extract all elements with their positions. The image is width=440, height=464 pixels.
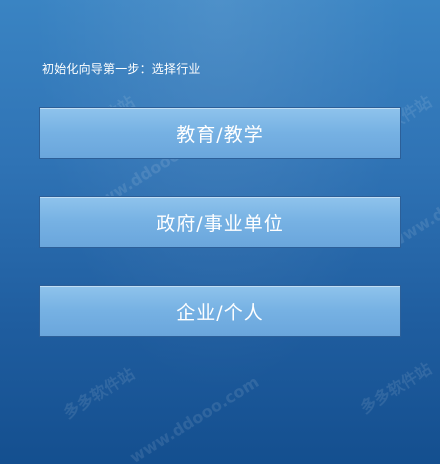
watermark-site-name: 多多软件站 [356,359,435,418]
industry-option-label: 教育/教学 [176,123,264,146]
watermark-site-name: 多多软件站 [59,364,138,423]
wizard-window: 多多软件站 www.ddooo.com 多多软件站 www.ddooo.com … [0,0,440,464]
industry-option-education[interactable]: 教育/教学 [39,107,401,159]
industry-option-label: 政府/事业单位 [156,212,284,235]
step-title: 初始化向导第一步：选择行业 [42,62,201,76]
industry-option-government[interactable]: 政府/事业单位 [39,196,401,248]
industry-option-label: 企业/个人 [176,301,264,324]
watermark-site-url: www.ddooo.com [126,372,263,464]
industry-option-enterprise[interactable]: 企业/个人 [39,285,401,337]
